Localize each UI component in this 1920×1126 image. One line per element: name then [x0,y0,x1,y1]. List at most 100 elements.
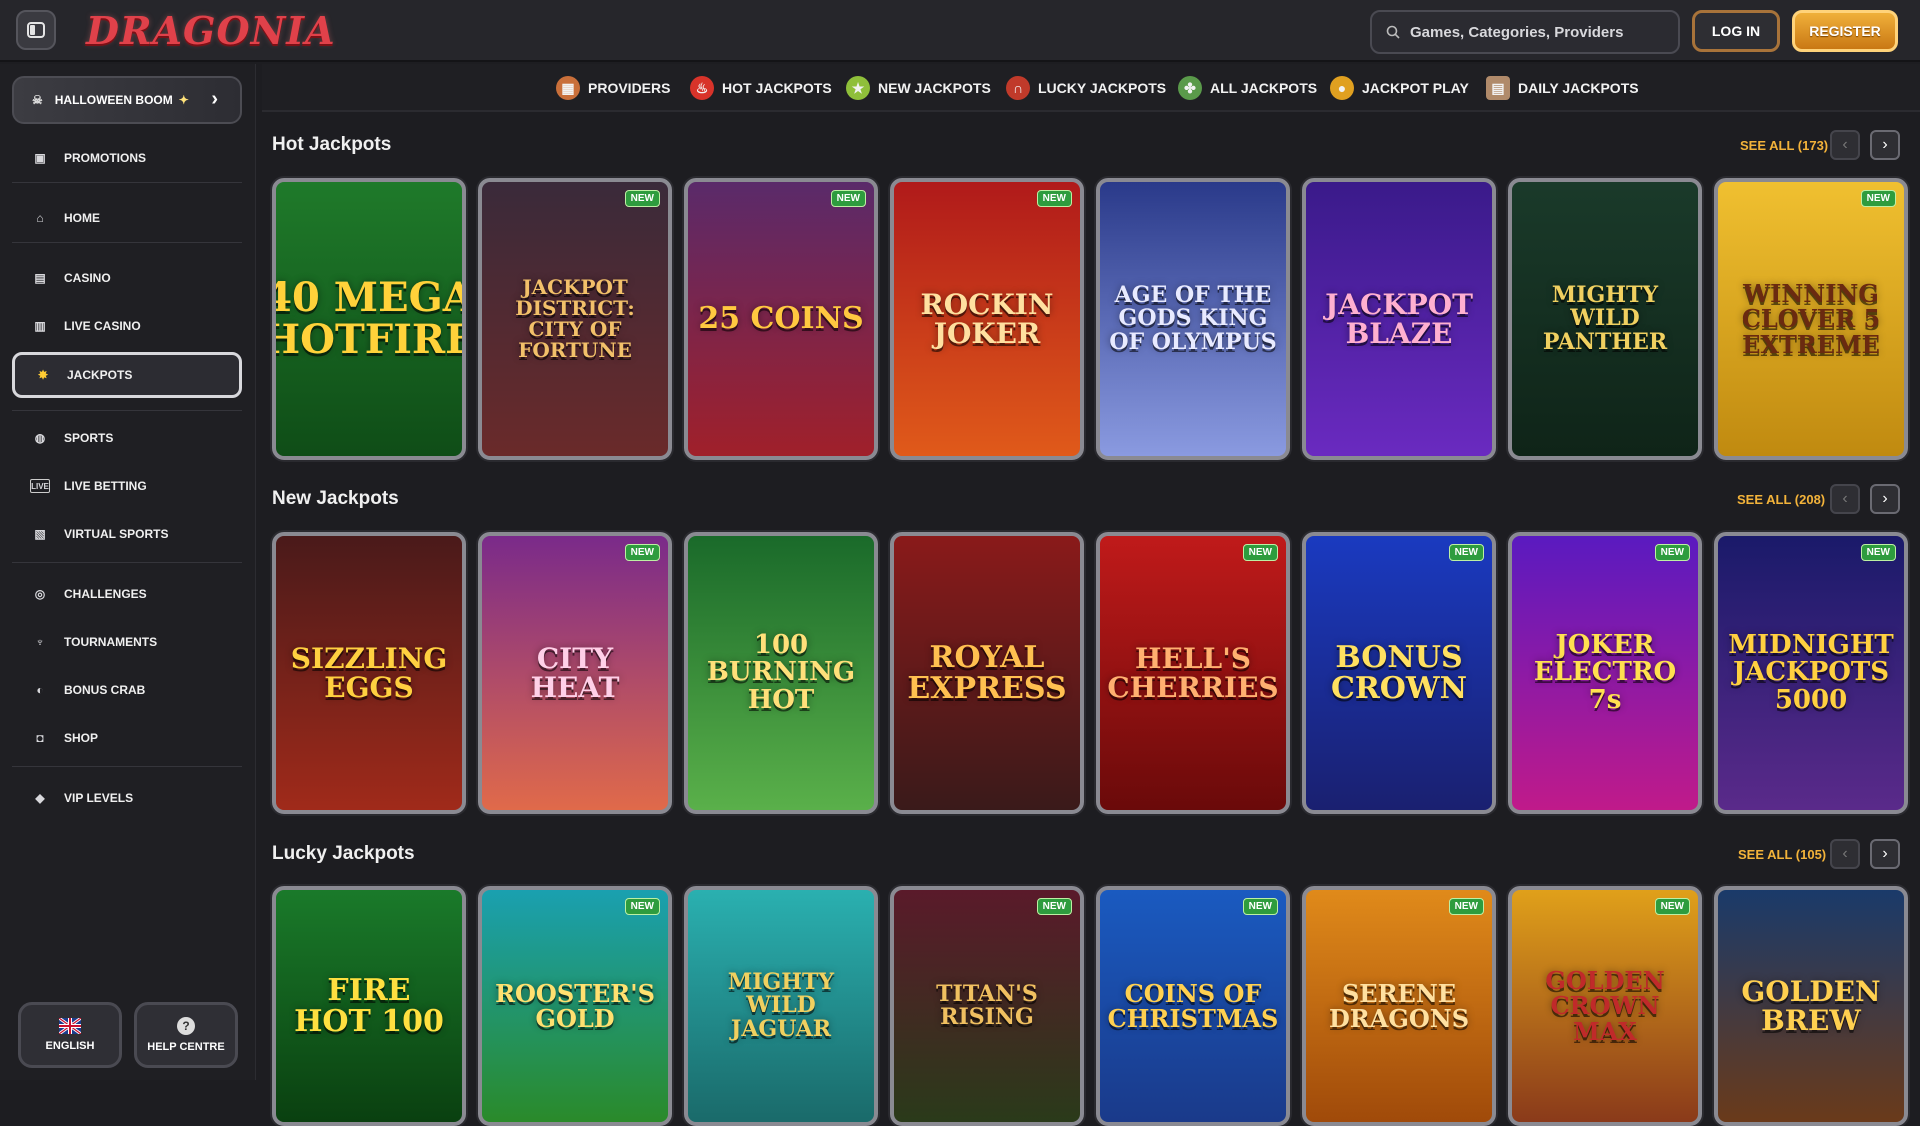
sidebar-item-label: JACKPOTS [67,368,133,382]
prev-arrow-button[interactable]: ‹ [1830,839,1860,869]
game-card[interactable]: ROCKIN JOKER NEW [890,178,1084,460]
game-title: WINNING CLOVER 5 EXTREME [1741,279,1881,359]
category-bar: ▦ PROVIDERS ♨ HOT JACKPOTS ★ NEW JACKPOTS ∩… [262,64,1920,112]
game-row-new-jackpots: SIZZLING EGGS CITY HEAT NEW 100 BURNING H… [272,532,1912,816]
search-input[interactable] [1410,23,1650,41]
divider [12,242,242,243]
see-all-hot-jackpots[interactable]: SEE ALL (173) [1740,138,1828,153]
sidebar-item-label: SHOP [64,731,99,745]
new-badge: NEW [1036,190,1072,207]
game-card[interactable]: ROYAL EXPRESS [890,532,1084,814]
next-arrow-button[interactable]: › [1870,839,1900,869]
game-title: 40 MEGA HOTFIRE [272,274,466,363]
sidebar-item-sports[interactable]: ◍ SPORTS [12,418,242,458]
game-card[interactable]: AGE OF THE GODS KING OF OLYMPUS [1096,178,1290,460]
game-card[interactable]: 100 BURNING HOT [684,532,878,814]
game-card[interactable]: SERENE DRAGONS NEW [1302,886,1496,1126]
chevron-right-icon: › [1882,490,1888,507]
game-card[interactable]: MIGHTY WILD PANTHER [1508,178,1702,460]
shopping-bag-icon: ◘ [36,731,44,745]
game-card[interactable]: GOLDEN CROWN MAX NEW [1508,886,1702,1126]
search-box[interactable] [1370,10,1680,54]
prev-arrow-button[interactable]: ‹ [1830,484,1860,514]
login-button[interactable]: LOG IN [1692,10,1780,52]
game-card[interactable]: 40 MEGA HOTFIRE [272,178,466,460]
sidebar-item-challenges[interactable]: ◎ CHALLENGES [12,574,242,614]
category-hot-jackpots[interactable]: ♨ HOT JACKPOTS [690,76,832,100]
game-card[interactable]: MIGHTY WILD JAGUAR [684,886,878,1126]
see-all-new-jackpots[interactable]: SEE ALL (208) [1737,492,1825,507]
register-button[interactable]: REGISTER [1792,10,1898,52]
new-badge: NEW [1654,898,1690,915]
game-title: CITY HEAT [530,641,620,704]
game-card[interactable]: BONUS CROWN NEW [1302,532,1496,814]
sidebar-item-shop[interactable]: ◘ SHOP [12,718,242,758]
sidebar: ☠ HALLOWEEN BOOM ✦ › ▣ PROMOTIONS ⌂ HOME ▤… [0,64,256,1080]
new-badge: NEW [1860,190,1896,207]
sidebar-item-casino[interactable]: ▤ CASINO [12,258,242,298]
game-title: ROCKIN JOKER [920,287,1054,350]
category-jackpot-play[interactable]: ● JACKPOT PLAY [1330,76,1469,100]
question-icon: ? [177,1017,195,1035]
sidebar-item-live-betting[interactable]: LIVE LIVE BETTING [12,466,242,506]
sidebar-item-live-casino[interactable]: ▥ LIVE CASINO [12,306,242,346]
game-card[interactable]: COINS OF CHRISTMAS NEW [1096,886,1290,1126]
crab-icon: ◐ [36,683,44,697]
sidebar-item-jackpots[interactable]: ✸ JACKPOTS [12,352,242,398]
game-card[interactable]: ROOSTER'S GOLD NEW [478,886,672,1126]
game-card[interactable]: JACKPOT BLAZE [1302,178,1496,460]
game-card[interactable]: 25 COINS NEW [684,178,878,460]
category-label: LUCKY JACKPOTS [1038,80,1167,96]
site-logo[interactable]: DRAGONIA [86,8,336,53]
prev-arrow-button[interactable]: ‹ [1830,130,1860,160]
language-button[interactable]: ENGLISH [18,1002,122,1068]
sidebar-toggle-button[interactable] [16,10,56,50]
new-badge: NEW [1036,898,1072,915]
star-icon: ★ [846,76,870,100]
next-arrow-button[interactable]: › [1870,484,1900,514]
new-badge: NEW [1860,544,1896,561]
game-card[interactable]: GOLDEN BREW [1714,886,1908,1126]
game-card[interactable]: TITAN'S RISING NEW [890,886,1084,1126]
category-label: HOT JACKPOTS [722,80,832,96]
slot-machine-icon: ▤ [34,271,46,285]
game-card[interactable]: CITY HEAT NEW [478,532,672,814]
new-badge: NEW [624,544,660,561]
game-card[interactable]: SIZZLING EGGS [272,532,466,814]
sidebar-item-bonus-crab[interactable]: ◐ BONUS CRAB [12,670,242,710]
see-all-lucky-jackpots[interactable]: SEE ALL (105) [1738,847,1826,862]
diamond-icon: ◆ [35,791,45,805]
category-providers[interactable]: ▦ PROVIDERS [556,76,670,100]
category-lucky-jackpots[interactable]: ∩ LUCKY JACKPOTS [1006,76,1166,100]
game-card[interactable]: FIRE HOT 100 [272,886,466,1126]
game-title: BONUS CROWN [1330,639,1468,706]
category-all-jackpots[interactable]: ✤ ALL JACKPOTS [1178,76,1317,100]
category-daily-jackpots[interactable]: ▤ DAILY JACKPOTS [1486,76,1639,100]
all-icon: ✤ [1178,76,1202,100]
game-row-hot-jackpots: 40 MEGA HOTFIRE JACKPOT DISTRICT: CITY O… [272,178,1912,462]
game-card[interactable]: JACKPOT DISTRICT: CITY OF FORTUNE NEW [478,178,672,460]
help-centre-button[interactable]: ? HELP CENTRE [134,1002,238,1068]
game-card[interactable]: JOKER ELECTRO 7s NEW [1508,532,1702,814]
category-new-jackpots[interactable]: ★ NEW JACKPOTS [846,76,991,100]
divider [12,562,242,563]
next-arrow-button[interactable]: › [1870,130,1900,160]
sidebar-item-tournaments[interactable]: ♆ TOURNAMENTS [12,622,242,662]
halloween-boom-banner[interactable]: ☠ HALLOWEEN BOOM ✦ › [12,76,242,124]
sidebar-item-label: LIVE BETTING [64,479,147,493]
sidebar-item-virtual-sports[interactable]: ▧ VIRTUAL SPORTS [12,514,242,554]
game-card[interactable]: MIDNIGHT JACKPOTS 5000 NEW [1714,532,1908,814]
new-badge: NEW [830,190,866,207]
sidebar-item-home[interactable]: ⌂ HOME [12,198,242,238]
game-title: SERENE DRAGONS [1328,978,1470,1033]
sidebar-item-vip-levels[interactable]: ◆ VIP LEVELS [12,778,242,818]
live-casino-icon: ▥ [34,319,46,333]
game-card[interactable]: HELL'S CHERRIES NEW [1096,532,1290,814]
sidebar-item-promotions[interactable]: ▣ PROMOTIONS [12,138,242,178]
jackpot-icon: ✸ [37,368,49,382]
game-card[interactable]: WINNING CLOVER 5 EXTREME NEW [1714,178,1908,460]
category-label: PROVIDERS [588,80,671,96]
promo-banner-label: HALLOWEEN BOOM [54,93,173,107]
horseshoe-icon: ∩ [1006,76,1030,100]
language-label: ENGLISH [45,1040,95,1052]
